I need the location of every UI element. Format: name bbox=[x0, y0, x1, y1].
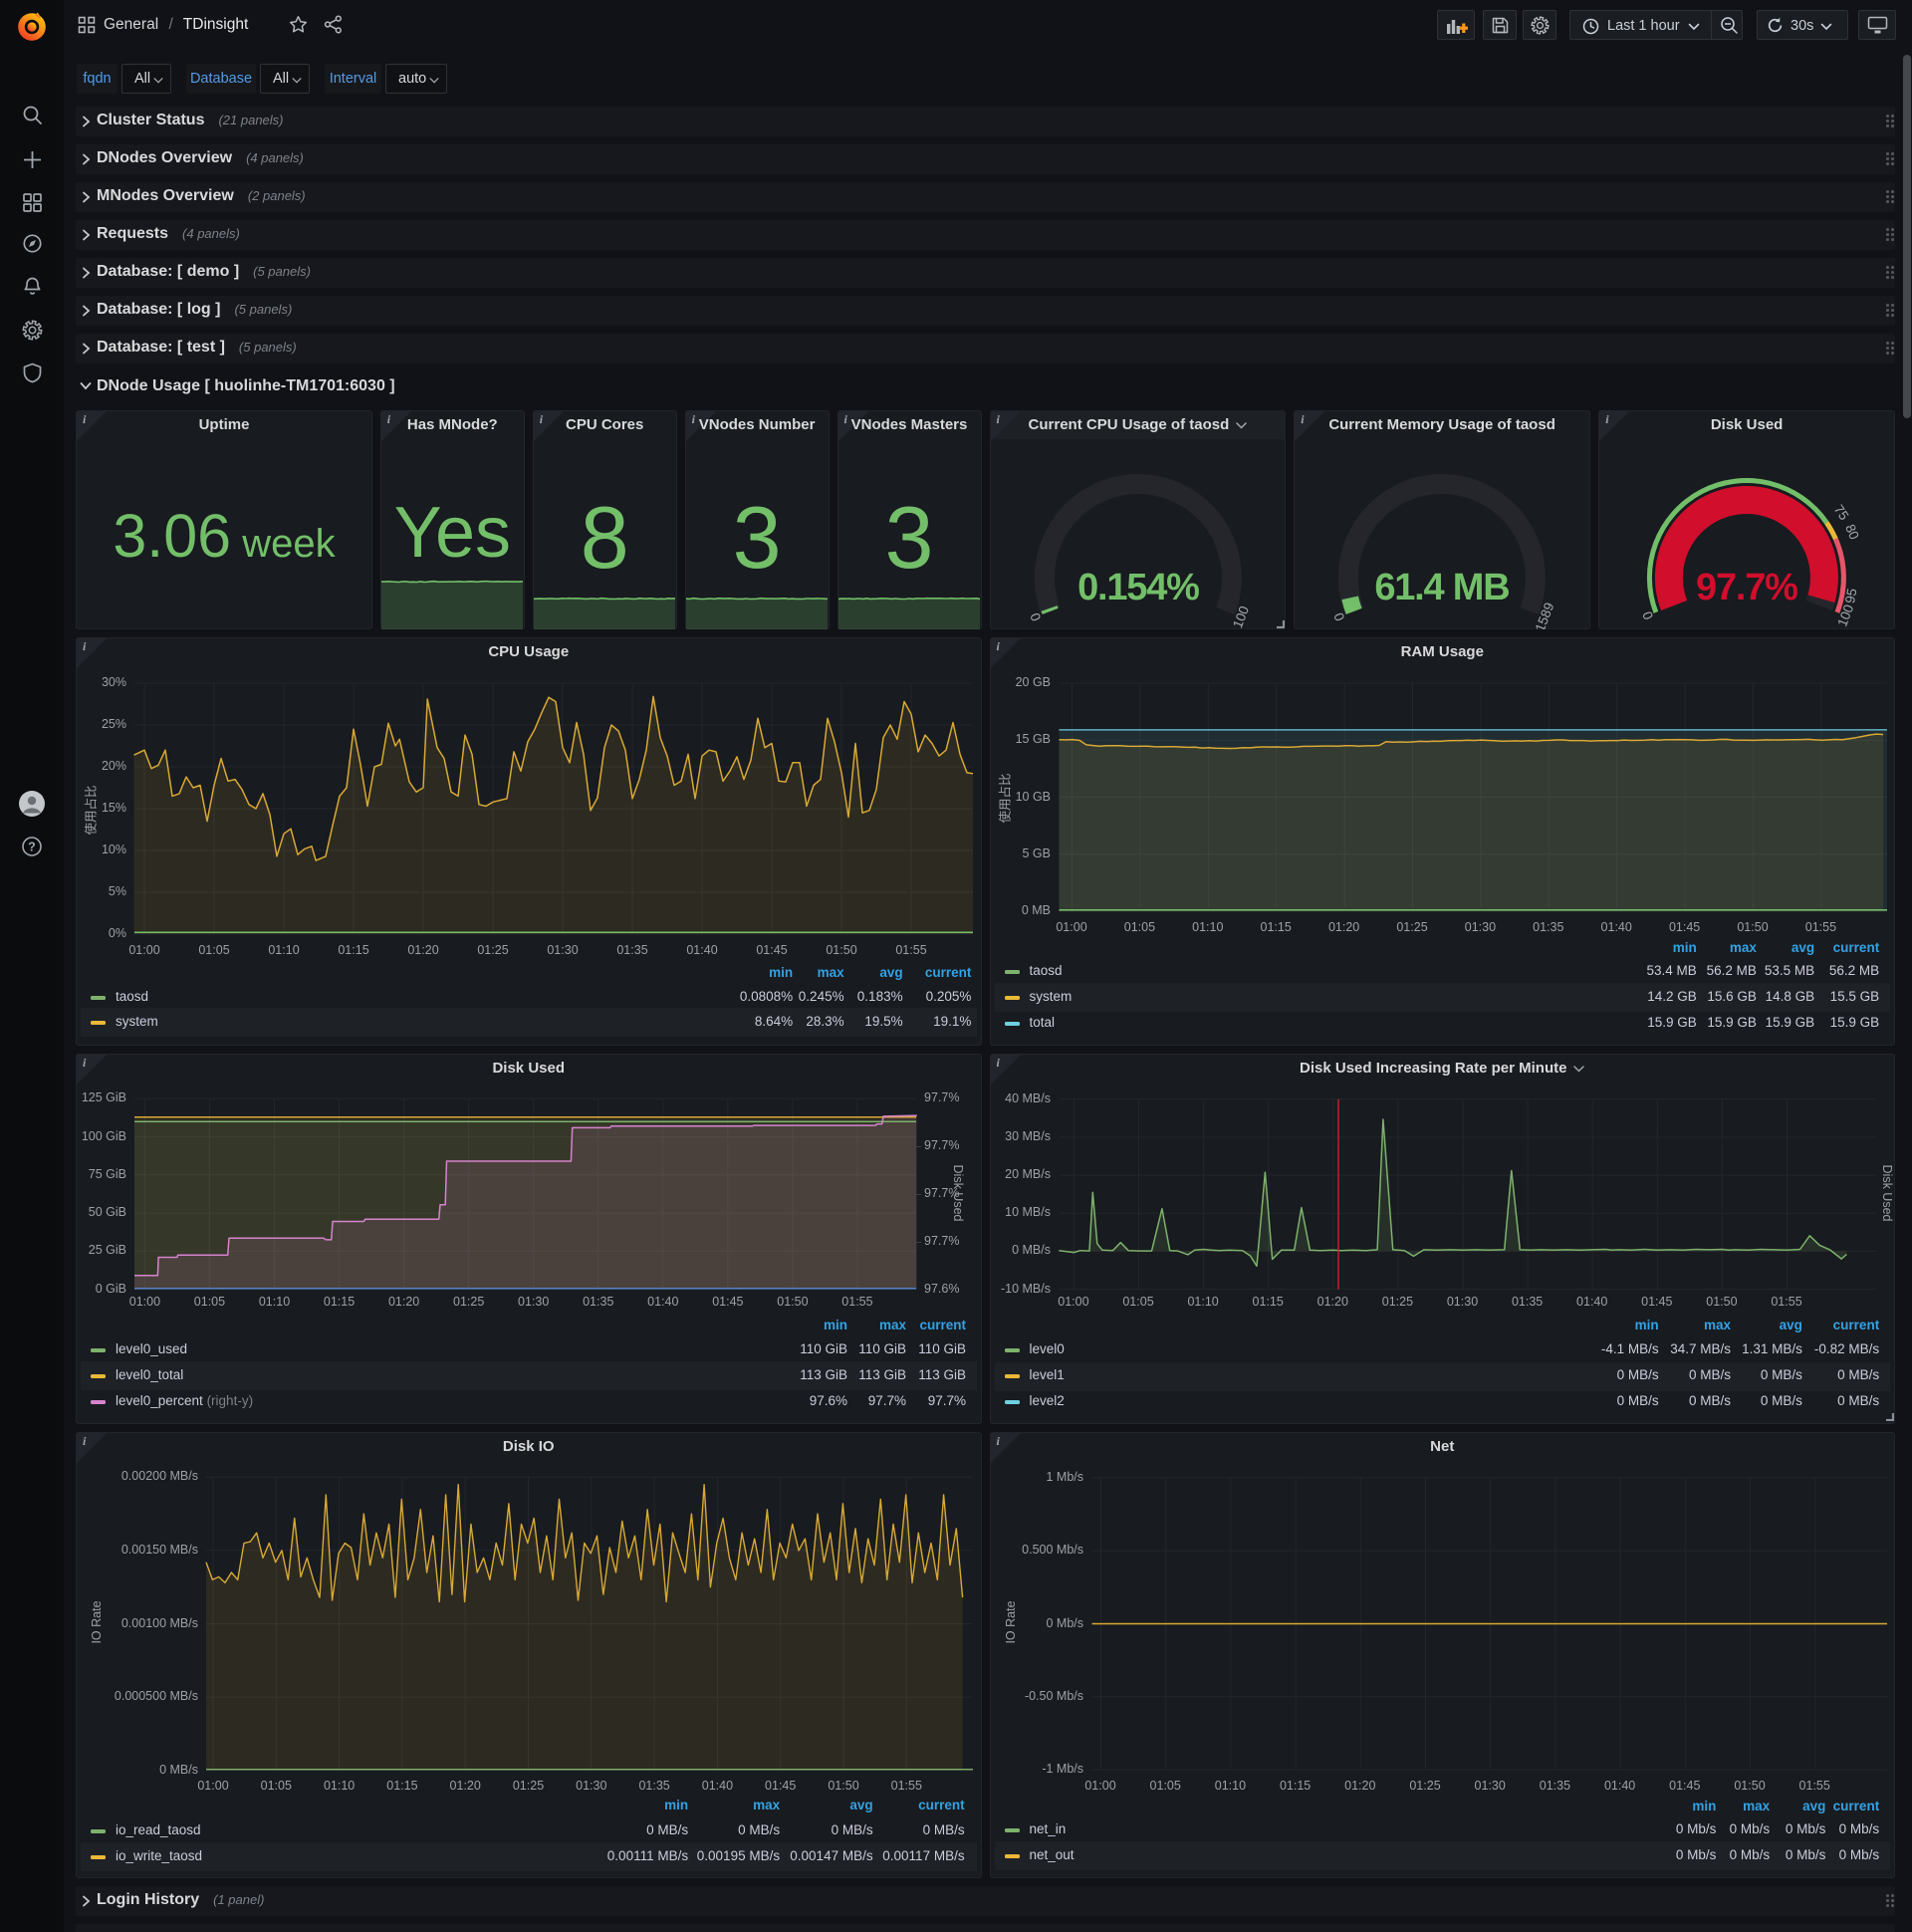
svg-text:0: 0 bbox=[1331, 610, 1348, 622]
svg-text:75: 75 bbox=[1831, 502, 1852, 523]
svg-text:0: 0 bbox=[1027, 610, 1044, 622]
svg-text:97.7%: 97.7% bbox=[1696, 567, 1797, 608]
svg-text:0.154%: 0.154% bbox=[1077, 567, 1199, 608]
svg-text:95: 95 bbox=[1842, 588, 1859, 604]
svg-text:61.4 MB: 61.4 MB bbox=[1375, 567, 1510, 608]
svg-text:80: 80 bbox=[1842, 522, 1862, 542]
svg-text:?: ? bbox=[28, 841, 36, 854]
svg-text:0: 0 bbox=[1639, 609, 1656, 621]
